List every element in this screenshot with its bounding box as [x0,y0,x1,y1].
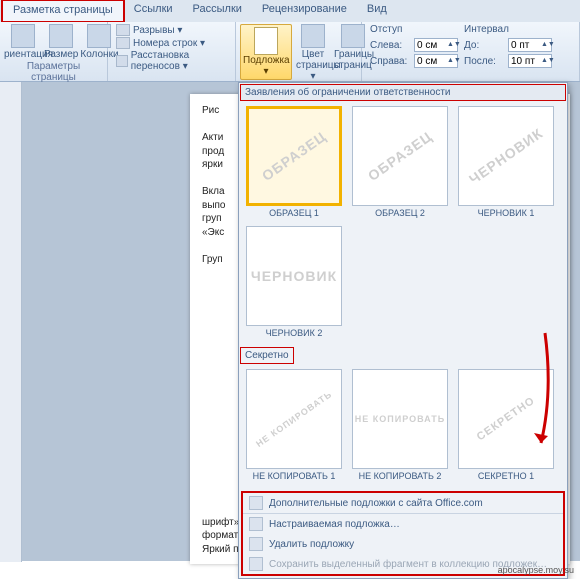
gallery-section-disclaimer: Заявления об ограничении ответственности [240,84,566,101]
custom-watermark-icon [249,517,263,531]
spinner-icon: ▲▼ [447,42,455,48]
gallery-section-confidential: Секретно [240,347,294,364]
status-url: apocalypse.moy.su [498,565,574,575]
line-numbers-icon [116,37,130,49]
thumb-draft-2[interactable]: ЧЕРНОВИКЧЕРНОВИК 2 [243,226,345,342]
thumb-sample-2[interactable]: ОБРАЗЕЦОБРАЗЕЦ 2 [349,106,451,222]
ribbon: риентация Размер Колонки Параметры стран… [0,22,580,82]
gallery-footer: Дополнительные подложки с сайта Office.c… [241,491,565,576]
thumb-no-copy-1[interactable]: НЕ КОПИРОВАТЬНЕ КОПИРОВАТЬ 1 [243,369,345,485]
remove-watermark[interactable]: Удалить подложку [243,534,563,554]
size-icon [49,24,73,48]
thumb-secret-1[interactable]: СЕКРЕТНОСЕКРЕТНО 1 [455,369,557,485]
more-watermarks-office[interactable]: Дополнительные подложки с сайта Office.c… [243,493,563,513]
thumb-draft-1[interactable]: ЧЕРНОВИКЧЕРНОВИК 1 [455,106,557,222]
spinner-icon: ▲▼ [541,42,549,48]
group-label-page-setup: Параметры страницы [4,60,103,84]
gallery-grid-1: ОБРАЗЕЦОБРАЗЕЦ 1 ОБРАЗЕЦОБРАЗЕЦ 2 ЧЕРНОВ… [239,102,567,346]
line-numbers-button[interactable]: Номера строк ▾ [116,37,227,49]
gallery-grid-2: НЕ КОПИРОВАТЬНЕ КОПИРОВАТЬ 1 НЕ КОПИРОВА… [239,365,567,489]
group-page-background: Подложка ▾ Цвет страницы ▾ Границы стран… [236,22,362,81]
hyphenation-icon [116,55,128,67]
tab-strip: Разметка страницы Ссылки Рассылки Реценз… [0,0,580,22]
office-icon [249,496,263,510]
vertical-ruler [0,82,22,562]
breaks-button[interactable]: Разрывы ▾ [116,24,227,36]
page-color-button[interactable]: Цвет страницы ▾ [296,24,330,82]
spacing-before-input[interactable]: 0 пт▲▼ [508,38,552,52]
size-button[interactable]: Размер [44,24,78,60]
indent-label: Отступ [370,24,458,36]
watermark-gallery: Заявления об ограничении ответственности… [238,82,568,579]
breaks-icon [116,24,130,36]
spinner-icon: ▲▼ [447,58,455,64]
tab-review[interactable]: Рецензирование [252,0,357,22]
tab-view[interactable]: Вид [357,0,397,22]
indent-left-input[interactable]: 0 см▲▼ [414,38,458,52]
orientation-button[interactable]: риентация [4,24,42,60]
spacing-label: Интервал [464,24,552,36]
watermark-button[interactable]: Подложка ▾ [240,24,292,80]
group-page-setup: риентация Размер Колонки Параметры стран… [0,22,108,81]
thumb-sample-1[interactable]: ОБРАЗЕЦОБРАЗЕЦ 1 [243,106,345,222]
group-page-setup-ext: Разрывы ▾ Номера строк ▾ Расстановка пер… [108,22,236,81]
save-icon [249,557,263,571]
watermark-icon [254,27,278,55]
hyphenation-button[interactable]: Расстановка переносов ▾ [116,50,227,72]
tab-mailings[interactable]: Рассылки [183,0,252,22]
remove-icon [249,537,263,551]
tab-references[interactable]: Ссылки [124,0,183,22]
spacing-after-input[interactable]: 10 пт▲▼ [508,54,552,68]
indent-right-input[interactable]: 0 см▲▼ [414,54,458,68]
page-color-icon [301,24,325,48]
group-paragraph: Отступ Слева:0 см▲▼ Справа:0 см▲▼ Интерв… [362,22,580,81]
custom-watermark[interactable]: Настраиваемая подложка… [243,514,563,534]
tab-page-layout[interactable]: Разметка страницы [2,0,124,22]
orientation-icon [11,24,35,48]
thumb-no-copy-2[interactable]: НЕ КОПИРОВАТЬНЕ КОПИРОВАТЬ 2 [349,369,451,485]
spinner-icon: ▲▼ [541,58,549,64]
